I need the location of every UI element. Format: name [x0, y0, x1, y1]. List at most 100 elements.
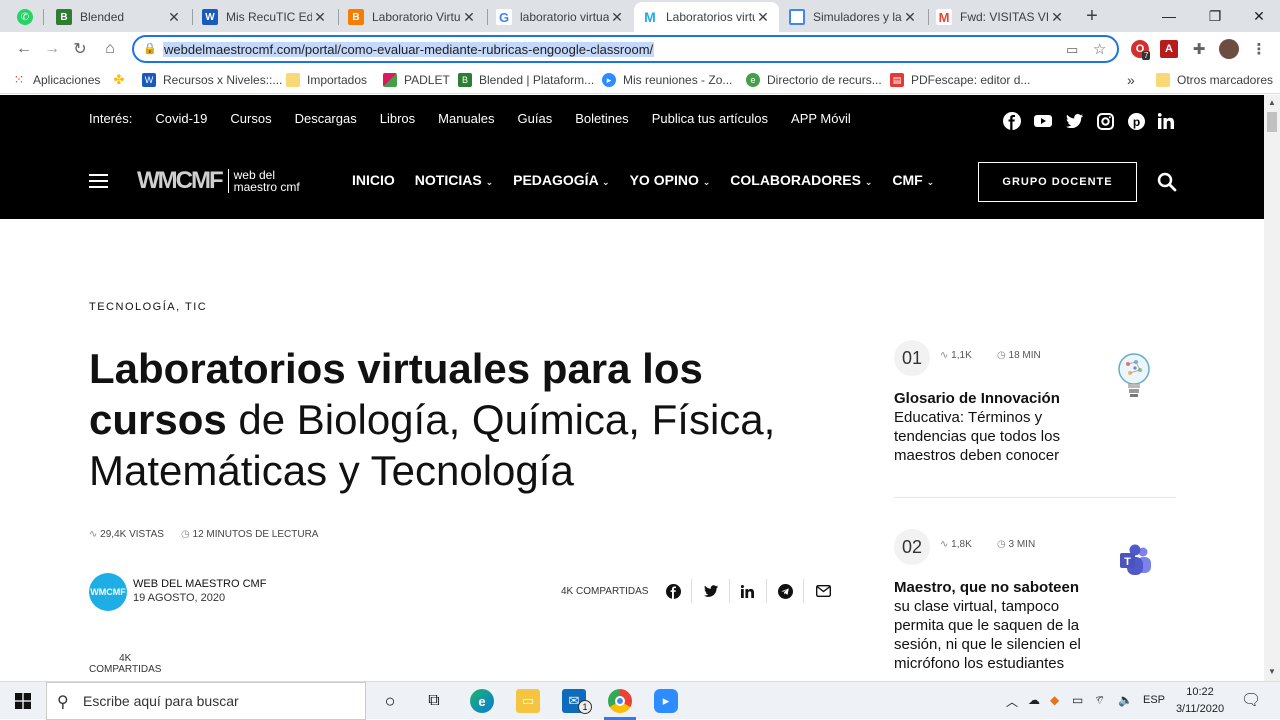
interest-label: Interés: [89, 111, 133, 126]
instagram-icon[interactable] [1096, 112, 1114, 130]
top-link[interactable]: APP Móvil [791, 111, 851, 126]
bookmark-recursos[interactable]: W Recursos x Niveles::... [142, 70, 282, 90]
nav-noticias[interactable]: NOTICIAS ⌄ [415, 172, 493, 188]
battery-icon[interactable]: ▭ [1072, 693, 1083, 707]
top-link[interactable]: Libros [380, 111, 415, 126]
search-icon[interactable] [1157, 172, 1177, 192]
tab-google-search[interactable]: G laboratorio virtua ✕ [488, 2, 633, 32]
tab-simuladores[interactable]: Simuladores y lab ✕ [781, 2, 926, 32]
author-avatar[interactable]: WMCMF [89, 573, 127, 611]
close-icon[interactable]: ✕ [755, 9, 771, 26]
edge-icon[interactable]: e [470, 689, 494, 713]
address-bar[interactable]: 🔒 webdelmaestrocmf.com/portal/como-evalu… [132, 35, 1119, 63]
bookmark-apps[interactable]: ⁙ Aplicaciones [12, 70, 101, 90]
windows-start-button[interactable] [0, 682, 46, 720]
nav-cmf[interactable]: CMF ⌄ [892, 172, 934, 188]
facebook-icon[interactable] [1003, 112, 1021, 130]
task-view-icon[interactable]: ⧉ [422, 689, 446, 713]
cortana-icon[interactable]: ○ [378, 689, 402, 713]
pinterest-icon[interactable]: p [1127, 112, 1145, 130]
linkedin-icon[interactable] [1157, 112, 1175, 130]
bookmark-zoom[interactable]: ▸ Mis reuniones - Zo... [602, 70, 732, 90]
nav-colaboradores[interactable]: COLABORADORES ⌄ [730, 172, 872, 188]
page-scrollbar[interactable]: ▲ ▼ [1264, 95, 1280, 681]
metamask-icon[interactable]: ◆ [1050, 693, 1059, 707]
facebook-share-icon[interactable] [665, 583, 681, 599]
top-link[interactable]: Guías [518, 111, 553, 126]
zoom-icon[interactable]: ▸ [654, 689, 678, 713]
language-indicator[interactable]: ESP [1143, 694, 1165, 706]
nav-inicio[interactable]: INICIO [352, 172, 395, 188]
show-hidden-icons[interactable]: ︿ [1006, 693, 1018, 710]
close-icon[interactable]: ✕ [461, 9, 477, 26]
tab-blended[interactable]: B Blended ✕ [48, 2, 190, 32]
top-link[interactable]: Publica tus artículos [652, 111, 768, 126]
wifi-icon[interactable]: ◜ [1098, 693, 1103, 707]
tab-recutic[interactable]: W Mis RecuTIC Ed S ✕ [194, 2, 336, 32]
other-bookmarks[interactable]: Otros marcadores [1156, 70, 1273, 90]
bookmark-star-icon[interactable]: ☆ [1093, 40, 1106, 58]
bookmark-pinwheel[interactable]: ✤ [112, 70, 133, 90]
trending-item-1[interactable]: 01 ∿ 1,1K ◷ 18 MIN Glosario de Innovació… [894, 340, 1176, 490]
home-button[interactable]: ⌂ [98, 37, 122, 61]
bookmark-importados[interactable]: Importados [286, 70, 367, 90]
extensions-puzzle-icon[interactable]: ✚ [1190, 40, 1208, 58]
telegram-share-icon[interactable] [777, 583, 793, 599]
bookmark-pdfescape[interactable]: ▤ PDFescape: editor d... [890, 70, 1030, 90]
nav-pedagogia[interactable]: PEDAGOGÍA ⌄ [513, 172, 609, 188]
volume-icon[interactable]: 🔈 [1118, 693, 1133, 707]
forward-button[interactable]: → [40, 37, 64, 61]
top-link[interactable]: Covid-19 [155, 111, 207, 126]
taskbar-search-box[interactable]: ⚲ Escribe aquí para buscar [46, 682, 366, 720]
nav-yo-opino[interactable]: YO OPINO ⌄ [630, 172, 711, 188]
scroll-down-icon[interactable]: ▼ [1268, 667, 1276, 676]
menu-icon[interactable]: ⋮ [1250, 40, 1268, 58]
restore-button[interactable]: ❐ [1192, 0, 1238, 32]
close-window-button[interactable]: ✕ [1236, 0, 1280, 32]
reload-button[interactable]: ↻ [68, 37, 92, 61]
top-link[interactable]: Manuales [438, 111, 494, 126]
grupo-docente-button[interactable]: GRUPO DOCENTE [978, 162, 1137, 202]
hamburger-menu-icon[interactable] [89, 174, 108, 188]
youtube-icon[interactable] [1034, 112, 1052, 130]
more-bookmarks-button[interactable]: » [1127, 70, 1135, 90]
bookmark-directorio[interactable]: e Directorio de recurs... [746, 70, 882, 90]
linkedin-share-icon[interactable] [739, 583, 755, 599]
top-link[interactable]: Boletines [575, 111, 628, 126]
url-text[interactable]: webdelmaestrocmf.com/portal/como-evaluar… [163, 42, 655, 57]
notifications-icon[interactable]: 🗨 [1241, 690, 1261, 710]
profile-avatar[interactable] [1219, 39, 1239, 59]
close-icon[interactable]: ✕ [166, 9, 182, 26]
onedrive-icon[interactable]: ☁ [1028, 693, 1040, 707]
author-name[interactable]: WEB DEL MAESTRO CMF [133, 578, 266, 590]
article-categories[interactable]: TECNOLOGÍA, TIC [89, 301, 207, 313]
tab-gmail[interactable]: M Fwd: VISITAS VIR ✕ [928, 2, 1073, 32]
bookmark-padlet[interactable]: PADLET [383, 70, 450, 90]
top-link[interactable]: Cursos [230, 111, 271, 126]
email-share-icon[interactable] [815, 583, 831, 599]
scroll-up-icon[interactable]: ▲ [1268, 98, 1276, 107]
taskbar-clock[interactable]: 10:22 3/11/2020 [1170, 684, 1230, 718]
close-icon[interactable]: ✕ [902, 9, 918, 26]
minimize-button[interactable]: — [1146, 0, 1192, 32]
docs-icon [789, 9, 805, 25]
twitter-share-icon[interactable] [703, 583, 719, 599]
file-explorer-icon[interactable]: ▭ [516, 689, 540, 713]
cast-icon[interactable]: ▭ [1066, 42, 1078, 58]
new-tab-button[interactable]: + [1082, 4, 1102, 28]
acrobat-icon[interactable]: A [1160, 40, 1178, 58]
twitter-icon[interactable] [1065, 112, 1083, 130]
tab-laboratorio-blogger[interactable]: B Laboratorio Virtu ✕ [340, 2, 485, 32]
chrome-icon[interactable] [608, 689, 632, 713]
top-link[interactable]: Descargas [295, 111, 357, 126]
close-icon[interactable]: ✕ [312, 9, 328, 26]
back-button[interactable]: ← [12, 37, 36, 61]
close-icon[interactable]: ✕ [1049, 9, 1065, 26]
tab-whatsapp[interactable]: ✆ [10, 2, 40, 32]
trending-item-2[interactable]: 02 ∿ 1,8K ◷ 3 MIN Maestro, que no sabote… [894, 529, 1176, 681]
bookmark-blended[interactable]: B Blended | Plataform... [458, 70, 594, 90]
tab-laboratorios-active[interactable]: M Laboratorios virtu ✕ [634, 2, 779, 32]
scrollbar-thumb[interactable] [1267, 112, 1277, 132]
site-logo[interactable]: WMCMF web del maestro cmf [137, 167, 300, 195]
close-icon[interactable]: ✕ [609, 9, 625, 26]
